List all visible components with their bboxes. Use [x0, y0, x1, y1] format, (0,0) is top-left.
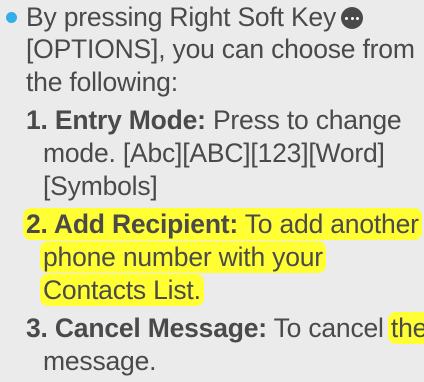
item-3-line-1: 3. Cancel Message: To cancel the: [26, 312, 424, 345]
manual-page: By pressing Right Soft Key [OPTIONS], yo…: [0, 0, 424, 382]
item-2-line-3: Contacts List.: [40, 274, 204, 307]
item-2-text-1: To add another: [238, 209, 419, 239]
item-3-number-label: 3. Cancel Message:: [26, 313, 267, 343]
item-2-line-2: phone number with your: [40, 241, 326, 274]
item-3-text-1: To cancel: [266, 313, 391, 343]
item-2-highlight-2: phone number with your: [40, 241, 326, 273]
item-1-line-2: mode. [Abc][ABC][123][Word]: [43, 138, 385, 168]
item-2-number-label: 2. Add Recipient:: [26, 209, 239, 239]
bullet-icon: [6, 12, 17, 23]
item-1-text-1: Press to change: [205, 105, 402, 135]
intro-line-1: By pressing Right Soft Key: [26, 1, 364, 34]
item-3-highlight: the: [387, 312, 424, 344]
intro-line-3: the following:: [26, 67, 178, 97]
item-1-line-1: 1. Entry Mode: Press to change: [26, 104, 402, 137]
item-2-line-1: 2. Add Recipient: To add another: [23, 208, 422, 241]
intro-line-2: [OPTIONS], you can choose from: [26, 34, 415, 64]
item-1-line-3: [Symbols]: [43, 171, 158, 201]
intro-text-1: By pressing Right Soft Key: [26, 2, 337, 32]
item-3-line-2: message.: [43, 346, 157, 376]
item-2-highlight-3: Contacts List.: [40, 274, 204, 306]
item-1-number-label: 1. Entry Mode:: [26, 105, 206, 135]
item-2-highlight-1: 2. Add Recipient: To add another: [23, 208, 422, 240]
ellipsis-softkey-icon: [341, 7, 364, 29]
